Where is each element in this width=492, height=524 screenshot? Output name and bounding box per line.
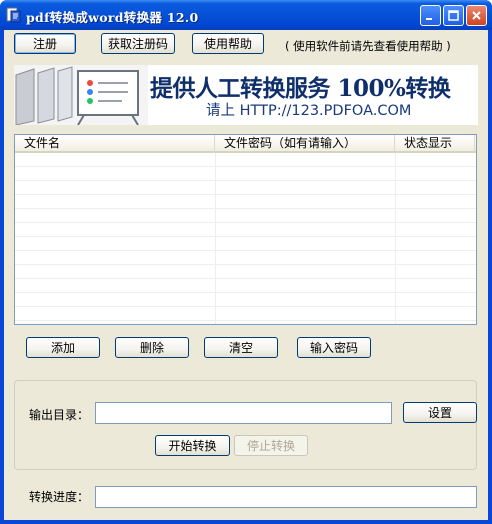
settings-button[interactable]: 设置 [403,402,477,423]
maximize-button[interactable] [443,5,464,26]
output-dir-label: 输出目录： [29,408,90,422]
add-file-button[interactable]: 添加 [26,337,100,358]
ad-banner[interactable]: 提供人工转换服务 100%转换 请上 HTTP://123.PDFOA.COM [14,65,478,125]
client-area: 注册 获取注册码 使用帮助 ( 使用软件前请先查看使用帮助 ) 提供人工转换服务… [4,30,488,520]
minimize-icon [426,18,432,20]
table-row [15,280,476,293]
file-list-header: 文件名 文件密码（如有请输入） 状态显示 [15,135,476,153]
window-title: pdf转换成word转换器 12.0 [26,10,199,25]
output-dir-field[interactable] [95,402,392,424]
table-row [15,154,476,167]
close-icon [472,11,481,20]
output-settings-group [14,380,477,470]
table-row [15,224,476,237]
minimize-button[interactable] [420,5,441,26]
start-convert-button[interactable]: 开始转换 [155,435,230,456]
whiteboard-illustration-icon [14,65,148,125]
enter-password-button[interactable]: 输入密码 [297,337,371,358]
delete-file-button[interactable]: 删除 [115,337,189,358]
table-row [15,238,476,251]
close-button[interactable] [466,5,487,26]
conversion-progress-bar [95,486,477,508]
clear-list-button[interactable]: 清空 [204,337,278,358]
help-hint-text: ( 使用软件前请先查看使用帮助 ) [285,39,451,53]
table-row [15,182,476,195]
column-header-filename[interactable]: 文件名 [15,135,215,151]
banner-url: 请上 HTTP://123.PDFOA.COM [206,103,412,119]
get-registration-code-button[interactable]: 获取注册码 [101,33,175,54]
column-header-status[interactable]: 状态显示 [395,135,475,151]
app-icon [6,7,21,23]
table-row [15,294,476,307]
file-list[interactable]: 文件名 文件密码（如有请输入） 状态显示 [14,134,477,325]
app-window: pdf转换成word转换器 12.0 注册 获取注册码 使用帮助 ( 使用软件前… [0,0,492,524]
maximize-icon [448,10,459,21]
table-row [15,210,476,223]
table-row [15,196,476,209]
table-row [15,168,476,181]
register-button[interactable]: 注册 [14,33,76,54]
table-row [15,252,476,265]
title-bar[interactable]: pdf转换成word转换器 12.0 [0,0,492,30]
progress-label: 转换进度： [29,490,90,504]
help-button[interactable]: 使用帮助 [192,33,264,54]
banner-headline: 提供人工转换服务 100%转换 [150,75,451,102]
table-row [15,308,476,321]
table-row [15,266,476,279]
stop-convert-button[interactable]: 停止转换 [234,435,308,456]
column-header-password[interactable]: 文件密码（如有请输入） [215,135,395,151]
